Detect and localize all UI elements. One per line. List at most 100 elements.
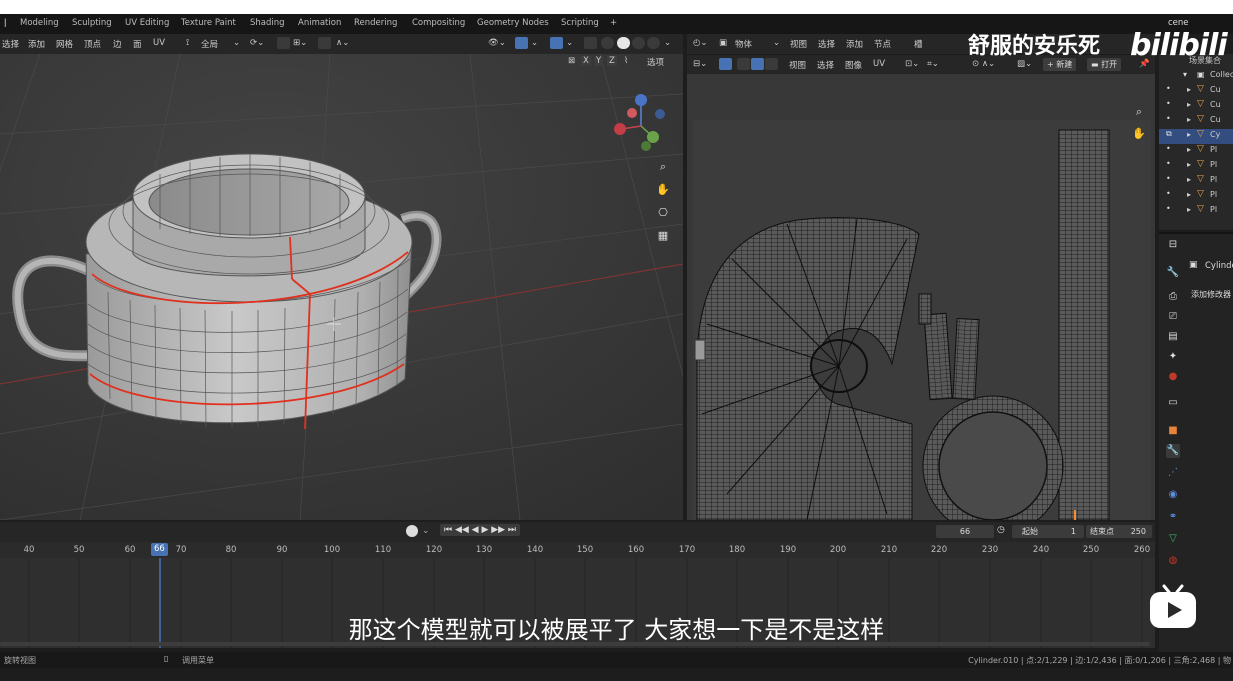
- gizmo-x-axis[interactable]: [614, 123, 626, 135]
- chevron-right-icon[interactable]: ▸: [1187, 130, 1191, 139]
- timeline-ruler[interactable]: 40 50 60 70 80 90 100 110 120 130 140 15…: [0, 542, 1155, 558]
- edit-mode-icon[interactable]: ⧉: [1166, 129, 1172, 139]
- options-dropdown[interactable]: 选项: [647, 56, 664, 68]
- visibility-icon[interactable]: •: [1166, 144, 1171, 153]
- menu-uv[interactable]: UV: [153, 38, 165, 48]
- menu-image[interactable]: 图像: [845, 59, 862, 71]
- chevron-right-icon[interactable]: ▸: [1187, 100, 1191, 109]
- output-icon[interactable]: ⎚: [1166, 310, 1180, 324]
- visibility-icon[interactable]: •: [1166, 159, 1171, 168]
- uv-editor-canvas[interactable]: ⌕ ✋: [687, 74, 1155, 520]
- material-shading-icon[interactable]: [632, 37, 645, 49]
- material-icon[interactable]: ◍: [1166, 554, 1180, 568]
- tab-shading[interactable]: Shading: [250, 18, 285, 28]
- outliner-collection[interactable]: ▾ ▣ Collec: [1159, 69, 1233, 84]
- outliner-item[interactable]: • ▸ ▽ Cu: [1159, 114, 1233, 129]
- pan-hand-icon[interactable]: ✋: [1131, 126, 1147, 142]
- current-frame-indicator[interactable]: 66: [151, 543, 168, 556]
- scene-icon[interactable]: ✦: [1166, 350, 1180, 364]
- mirror-x-toggle[interactable]: X: [581, 56, 591, 66]
- wireframe-shading-icon[interactable]: [601, 37, 614, 49]
- scene-selector[interactable]: cene: [1168, 18, 1189, 28]
- menu-add[interactable]: 添加: [846, 38, 863, 50]
- tab-uv-editing[interactable]: UV Editing: [125, 18, 169, 28]
- visibility-icon[interactable]: •: [1166, 189, 1171, 198]
- record-icon[interactable]: [406, 525, 418, 537]
- chevron-right-icon[interactable]: ▸: [1187, 190, 1191, 199]
- solid-shading-icon[interactable]: [617, 37, 630, 49]
- proportional-edit-icon[interactable]: [318, 37, 331, 49]
- current-frame-field[interactable]: 66: [936, 525, 994, 538]
- transform-orientation-icon[interactable]: ⟟: [186, 38, 189, 48]
- perspective-grid-icon[interactable]: ▦: [655, 228, 671, 244]
- falloff-icon[interactable]: ∧⌄: [336, 38, 349, 48]
- pan-hand-icon[interactable]: ✋: [655, 182, 671, 198]
- gizmo-z-axis[interactable]: [635, 94, 647, 106]
- tv-play-icon[interactable]: [1146, 580, 1200, 634]
- collection-icon[interactable]: ▭: [1166, 396, 1180, 410]
- visibility-icon[interactable]: •: [1166, 204, 1171, 213]
- outliner-item[interactable]: • ▸ ▽ Pl: [1159, 159, 1233, 174]
- pivot-icon[interactable]: ⟳⌄: [250, 38, 264, 48]
- menu-edge[interactable]: 边: [113, 38, 122, 50]
- constraints-icon[interactable]: ⚭: [1166, 510, 1180, 524]
- rendered-shading-icon[interactable]: [647, 37, 660, 49]
- clock-icon[interactable]: ◷: [997, 525, 1005, 535]
- end-frame-field[interactable]: 结束点 250: [1086, 525, 1152, 538]
- uv-canvas[interactable]: [687, 74, 1155, 520]
- outliner-item[interactable]: • ▸ ▽ Pl: [1159, 189, 1233, 204]
- menu-select[interactable]: 选择: [818, 38, 835, 50]
- tab-compositing[interactable]: Compositing: [412, 18, 465, 28]
- tab-modeling[interactable]: Modeling: [20, 18, 59, 28]
- edge-select-icon[interactable]: [751, 58, 764, 70]
- blender-menu-icon[interactable]: ǀ: [4, 18, 7, 28]
- tab-animation[interactable]: Animation: [298, 18, 341, 28]
- transform-orientation-dropdown[interactable]: 全局: [201, 38, 218, 50]
- object-mode-dropdown[interactable]: 物体: [735, 38, 752, 50]
- chevron-right-icon[interactable]: ▸: [1187, 205, 1191, 214]
- menu-select[interactable]: 选择: [2, 38, 19, 50]
- outliner-item[interactable]: • ▸ ▽ Pl: [1159, 204, 1233, 219]
- menu-add[interactable]: 添加: [28, 38, 45, 50]
- particles-icon[interactable]: ⋰: [1166, 466, 1180, 480]
- menu-node[interactable]: 节点: [874, 38, 891, 50]
- physics-icon[interactable]: ◉: [1166, 488, 1180, 502]
- image-browse-icon[interactable]: ▨⌄: [1017, 59, 1032, 69]
- chevron-right-icon[interactable]: ▸: [1187, 85, 1191, 94]
- visibility-icon[interactable]: 👁⌄: [488, 38, 506, 48]
- add-workspace-button[interactable]: +: [610, 18, 617, 28]
- viewport-canvas[interactable]: [0, 54, 683, 520]
- pivot-icon[interactable]: ⊡⌄: [905, 59, 919, 69]
- snap-target-icon[interactable]: ⊞⌄: [293, 38, 307, 48]
- chevron-right-icon[interactable]: ▸: [1187, 145, 1191, 154]
- menu-view[interactable]: 视图: [789, 59, 806, 71]
- zoom-icon[interactable]: ⌕: [655, 159, 671, 175]
- visibility-icon[interactable]: •: [1166, 174, 1171, 183]
- brush-icon[interactable]: ⌇: [624, 56, 628, 66]
- 3d-viewport[interactable]: ⊠ X Y Z ⌇ 选项 ⌕ ✋ ⎔ ▦: [0, 54, 683, 520]
- visibility-icon[interactable]: •: [1166, 84, 1171, 93]
- vertex-select-icon[interactable]: [737, 58, 750, 70]
- mirror-y-toggle[interactable]: Y: [594, 56, 604, 66]
- tab-geometry-nodes[interactable]: Geometry Nodes: [477, 18, 549, 28]
- menu-vertex[interactable]: 顶点: [84, 38, 101, 50]
- uv-island-handle-right[interactable]: [952, 317, 980, 401]
- tab-sculpting[interactable]: Sculpting: [72, 18, 112, 28]
- uv-island-strip[interactable]: [1058, 129, 1110, 520]
- overlay-toggle-icon[interactable]: [550, 37, 563, 49]
- gizmo-toggle-icon[interactable]: [515, 37, 528, 49]
- menu-mesh[interactable]: 网格: [56, 38, 73, 50]
- visibility-icon[interactable]: •: [1166, 114, 1171, 123]
- start-frame-field[interactable]: 起始 1: [1012, 525, 1084, 538]
- data-icon[interactable]: ▽: [1166, 532, 1180, 546]
- face-select-icon[interactable]: [765, 58, 778, 70]
- menu-view[interactable]: 视图: [790, 38, 807, 50]
- proportional-edit-icon[interactable]: ⊙ ∧⌄: [972, 59, 995, 69]
- chevron-right-icon[interactable]: ▸: [1187, 175, 1191, 184]
- render-icon[interactable]: ⎙: [1166, 290, 1180, 304]
- snap-icon[interactable]: ⌗⌄: [927, 59, 939, 69]
- outliner-item[interactable]: • ▸ ▽ Cu: [1159, 99, 1233, 114]
- mirror-icon[interactable]: ⊠: [568, 56, 575, 66]
- snap-icon[interactable]: [277, 37, 290, 49]
- sync-selection-icon[interactable]: [719, 58, 732, 70]
